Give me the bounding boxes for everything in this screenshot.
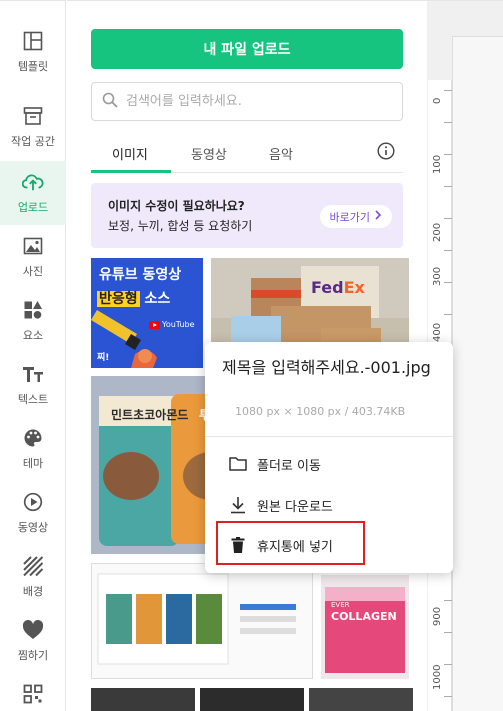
ruler-tick bbox=[444, 186, 452, 187]
elements-icon bbox=[22, 299, 44, 321]
ruler-tick bbox=[444, 314, 452, 315]
sidebar-item-label: 요소 bbox=[22, 329, 44, 342]
video-icon bbox=[22, 491, 44, 513]
ruler-label: 300 bbox=[432, 266, 443, 286]
sidebar-item-label: 텍스트 bbox=[17, 393, 49, 406]
ruler-tick bbox=[444, 600, 452, 601]
workspace-icon bbox=[22, 105, 44, 127]
ruler-label: 200 bbox=[432, 222, 443, 242]
menu-divider bbox=[205, 436, 453, 437]
trash-item-highlight-box bbox=[216, 521, 365, 565]
menu-item-label: 폴더로 이동 bbox=[257, 458, 321, 474]
sidebar-item-label: 업로드 bbox=[17, 201, 49, 214]
sidebar-item-photo[interactable]: 사진 bbox=[0, 225, 66, 289]
search-box[interactable] bbox=[91, 82, 403, 121]
sidebar-item-text[interactable]: 텍스트 bbox=[0, 353, 66, 417]
image-thumbnail[interactable]: EVER COLLAGEN bbox=[321, 575, 409, 679]
ruler-tick bbox=[444, 90, 452, 91]
heart-icon bbox=[22, 619, 44, 641]
upload-my-file-button[interactable]: 내 파일 업로드 bbox=[91, 29, 403, 69]
sidebar-item-favorites[interactable]: 찜하기 bbox=[0, 609, 66, 673]
sidebar-item-label: 배경 bbox=[22, 585, 44, 598]
chevron-right-icon bbox=[374, 210, 382, 223]
ruler-tick bbox=[444, 122, 452, 123]
image-thumbnail[interactable] bbox=[200, 688, 304, 711]
sidebar-item-template[interactable]: 템플릿 bbox=[0, 20, 66, 84]
ruler-tick bbox=[444, 632, 452, 633]
template-icon bbox=[22, 30, 44, 52]
left-sidebar: 템플릿 작업 공간 업로드 사진 요소 텍스트 테마 동영상 배경 찜하기 bbox=[0, 0, 66, 711]
menu-item-label: 원본 다운로드 bbox=[257, 499, 333, 515]
file-name: 제목을 입력해주세요.-001.jpg bbox=[222, 358, 431, 377]
sidebar-item-label: 찜하기 bbox=[17, 649, 49, 662]
info-icon[interactable] bbox=[377, 142, 395, 164]
search-input[interactable] bbox=[126, 94, 386, 109]
thumbnail-text: EVER COLLAGEN bbox=[331, 601, 397, 624]
palette-icon bbox=[22, 427, 44, 449]
active-tab-indicator bbox=[91, 170, 171, 173]
image-thumbnail[interactable] bbox=[91, 688, 195, 711]
upload-icon bbox=[22, 171, 44, 193]
background-icon bbox=[22, 555, 44, 577]
collagen-box-photo bbox=[321, 575, 409, 679]
text-icon bbox=[22, 363, 44, 385]
banner-subtitle: 보정, 누끼, 합성 등 요청하기 bbox=[108, 219, 253, 233]
download-original-item[interactable]: 원본 다운로드 bbox=[229, 493, 333, 517]
sidebar-item-elements[interactable]: 요소 bbox=[0, 289, 66, 353]
ruler-tick bbox=[444, 282, 452, 283]
thumbnail-text: 유튜브 동영상 bbox=[99, 267, 182, 283]
ruler-label: 1000 bbox=[432, 664, 443, 690]
sidebar-item-upload[interactable]: 업로드 bbox=[0, 161, 66, 225]
thumbnail-text: 민트초코아몬드 bbox=[111, 408, 189, 422]
ruler-tick bbox=[444, 696, 452, 697]
sidebar-item-label: 동영상 bbox=[17, 521, 49, 534]
ruler-label: 0 bbox=[432, 97, 443, 104]
photo-icon bbox=[22, 235, 44, 257]
sidebar-item-qr[interactable] bbox=[0, 673, 66, 711]
sidebar-item-background[interactable]: 배경 bbox=[0, 545, 66, 609]
canvas-page bbox=[452, 36, 503, 711]
tab-images[interactable]: 이미지 bbox=[112, 144, 148, 163]
banner-go-label: 바로가기 bbox=[329, 210, 370, 224]
ruler-tick bbox=[444, 218, 452, 219]
qr-icon bbox=[22, 683, 44, 705]
tab-videos[interactable]: 동영상 bbox=[191, 144, 227, 163]
file-meta: 1080 px × 1080 px / 403.74KB bbox=[235, 405, 406, 418]
ruler-label: 900 bbox=[432, 606, 443, 626]
folder-icon bbox=[229, 455, 247, 473]
thumbnail-text: FedEx bbox=[311, 278, 365, 297]
sidebar-item-label: 작업 공간 bbox=[11, 135, 55, 148]
download-icon bbox=[229, 496, 247, 514]
sidebar-item-theme[interactable]: 테마 bbox=[0, 417, 66, 481]
sidebar-item-video[interactable]: 동영상 bbox=[0, 481, 66, 545]
edit-request-banner[interactable]: 이미지 수정이 필요하나요? 보정, 누끼, 합성 등 요청하기 바로가기 bbox=[91, 183, 403, 248]
ruler-tick bbox=[444, 664, 452, 665]
banner-title: 이미지 수정이 필요하나요? bbox=[108, 199, 245, 213]
ruler-label: 400 bbox=[432, 322, 443, 342]
image-thumbnail[interactable] bbox=[309, 688, 413, 711]
thumbnail-text: 찌! bbox=[97, 353, 110, 363]
media-tabs: 이미지 동영상 음악 bbox=[91, 139, 403, 173]
editor-root: 템플릿 작업 공간 업로드 사진 요소 텍스트 테마 동영상 배경 찜하기 내 … bbox=[0, 0, 503, 711]
sidebar-item-label: 테마 bbox=[22, 457, 44, 470]
banner-go-button[interactable]: 바로가기 bbox=[319, 205, 392, 228]
sidebar-item-workspace[interactable]: 작업 공간 bbox=[0, 95, 66, 159]
thumbnail-text: 반응형 소스 bbox=[97, 291, 171, 307]
image-thumbnail[interactable]: 유튜브 동영상 반응형 소스 YouTube 찌! bbox=[91, 258, 203, 368]
ruler-tick bbox=[444, 250, 452, 251]
tab-music[interactable]: 음악 bbox=[269, 144, 293, 163]
move-to-folder-item[interactable]: 폴더로 이동 bbox=[229, 452, 321, 476]
youtube-logo: YouTube bbox=[149, 320, 195, 329]
sidebar-item-label: 사진 bbox=[22, 265, 44, 278]
detail-page-photo bbox=[92, 564, 312, 678]
sidebar-item-label: 템플릿 bbox=[17, 60, 49, 73]
image-thumbnail[interactable] bbox=[91, 563, 313, 679]
search-icon bbox=[102, 92, 118, 112]
ruler-tick bbox=[444, 154, 452, 155]
ruler-label: 100 bbox=[432, 154, 443, 174]
